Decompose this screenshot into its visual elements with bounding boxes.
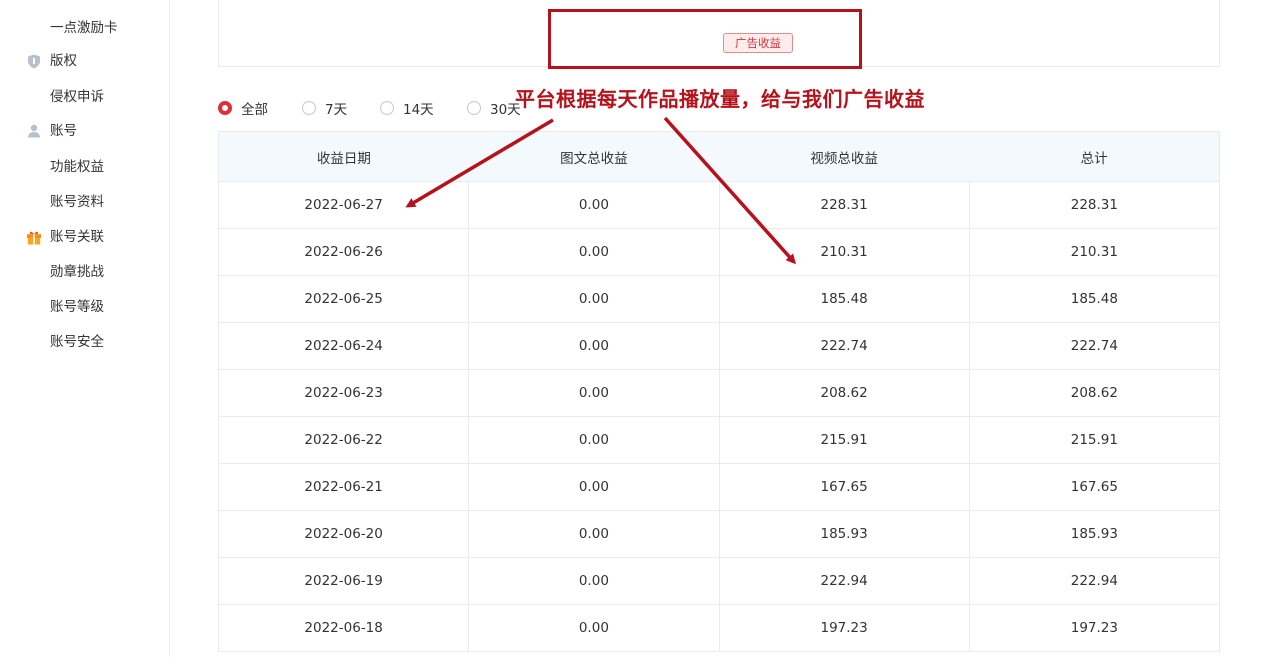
cell-article-revenue: 0.00: [468, 228, 720, 276]
cell-video-revenue: 215.91: [718, 416, 970, 464]
cell-total: 185.48: [968, 275, 1221, 323]
radio-label: 7天: [325, 102, 348, 118]
radio-dot: [380, 101, 394, 115]
cell-video-revenue: 228.31: [718, 181, 970, 229]
cell-video-revenue: 208.62: [718, 369, 970, 417]
sidebar-item-label: 一点激励卡: [50, 20, 118, 36]
radio-label: 14天: [403, 102, 434, 118]
radio-all[interactable]: 全部: [218, 96, 268, 120]
sidebar-item-label: 账号安全: [50, 334, 104, 350]
cell-article-revenue: 0.00: [468, 416, 720, 464]
cell-date: 2022-06-22: [217, 416, 470, 464]
cell-article-revenue: 0.00: [468, 181, 720, 229]
cell-total: 167.65: [968, 463, 1221, 511]
cell-video-revenue: 222.74: [718, 322, 970, 370]
cell-date: 2022-06-18: [217, 604, 470, 652]
cell-video-revenue: 185.93: [718, 510, 970, 558]
sidebar-group-account[interactable]: 账号: [26, 116, 77, 146]
table-row: 2022-06-20 0.00 185.93 185.93: [217, 510, 1221, 558]
main-content: 广告收益 全部 7天 14天 30天 收益日期 图文总收益 视频总收益 总计 2…: [170, 0, 1270, 657]
table-row: 2022-06-21 0.00 167.65 167.65: [217, 463, 1221, 511]
cell-total: 222.94: [968, 557, 1221, 605]
cell-video-revenue: 167.65: [718, 463, 970, 511]
cell-article-revenue: 0.00: [468, 463, 720, 511]
header-total: 总计: [969, 131, 1221, 182]
cell-video-revenue: 210.31: [718, 228, 970, 276]
sidebar-item-account-level[interactable]: 账号等级: [50, 292, 104, 322]
sidebar-item-label: 版权: [50, 53, 77, 69]
header-article-revenue: 图文总收益: [468, 131, 719, 182]
header-date: 收益日期: [217, 131, 469, 182]
gift-icon: [26, 229, 42, 245]
radio-30-days[interactable]: 30天: [467, 96, 521, 120]
sidebar-item-label: 勋章挑战: [50, 264, 104, 280]
table-row: 2022-06-23 0.00 208.62 208.62: [217, 369, 1221, 417]
sidebar-item-label: 账号关联: [50, 229, 104, 245]
cell-date: 2022-06-23: [217, 369, 470, 417]
cell-total: 185.93: [968, 510, 1221, 558]
sidebar-item-feature-rights[interactable]: 功能权益: [50, 152, 104, 182]
radio-dot: [467, 101, 481, 115]
table-row: 2022-06-19 0.00 222.94 222.94: [217, 557, 1221, 605]
cell-date: 2022-06-26: [217, 228, 470, 276]
cell-article-revenue: 0.00: [468, 275, 720, 323]
cell-total: 215.91: [968, 416, 1221, 464]
sidebar-item-account-security[interactable]: 账号安全: [50, 327, 104, 357]
cell-date: 2022-06-21: [217, 463, 470, 511]
revenue-table: 收益日期 图文总收益 视频总收益 总计 2022-06-27 0.00 228.31…: [217, 131, 1221, 652]
radio-dot: [302, 101, 316, 115]
cell-video-revenue: 222.94: [718, 557, 970, 605]
radio-dot: [218, 101, 232, 115]
table-row: 2022-06-27 0.00 228.31 228.31: [217, 181, 1221, 229]
cell-total: 228.31: [968, 181, 1221, 229]
cell-article-revenue: 0.00: [468, 322, 720, 370]
table-row: 2022-06-22 0.00 215.91 215.91: [217, 416, 1221, 464]
cell-video-revenue: 197.23: [718, 604, 970, 652]
sidebar: 一点激励卡 版权 侵权申诉 账号 功能权益 账号资料 账号关联 勋章挑战 账号等…: [0, 0, 170, 657]
cell-article-revenue: 0.00: [468, 369, 720, 417]
table-row: 2022-06-25 0.00 185.48 185.48: [217, 275, 1221, 323]
cell-date: 2022-06-24: [217, 322, 470, 370]
table-row: 2022-06-18 0.00 197.23 197.23: [217, 604, 1221, 652]
cell-total: 208.62: [968, 369, 1221, 417]
sidebar-item-medal-challenge[interactable]: 勋章挑战: [50, 257, 104, 287]
sidebar-item-label: 账号: [50, 123, 77, 139]
cell-total: 197.23: [968, 604, 1221, 652]
table-header-row: 收益日期 图文总收益 视频总收益 总计: [217, 131, 1221, 182]
cell-date: 2022-06-20: [217, 510, 470, 558]
sidebar-item-infringement-appeal[interactable]: 侵权申诉: [50, 82, 104, 112]
table-row: 2022-06-24 0.00 222.74 222.74: [217, 322, 1221, 370]
cell-article-revenue: 0.00: [468, 510, 720, 558]
user-icon: [26, 123, 42, 139]
cell-total: 210.31: [968, 228, 1221, 276]
cell-date: 2022-06-27: [217, 181, 470, 229]
cell-date: 2022-06-19: [217, 557, 470, 605]
annotation-text: 平台根据每天作品播放量，给与我们广告收益: [515, 87, 925, 111]
radio-7-days[interactable]: 7天: [302, 96, 347, 120]
cell-total: 222.74: [968, 322, 1221, 370]
sidebar-item-label: 功能权益: [50, 159, 104, 175]
sidebar-item-label: 账号资料: [50, 194, 104, 210]
radio-label: 全部: [241, 102, 268, 118]
sidebar-item-label: 账号等级: [50, 299, 104, 315]
sidebar-group-copyright[interactable]: 版权: [26, 46, 77, 76]
sidebar-item-incentive-card[interactable]: 一点激励卡: [50, 13, 118, 43]
annotation-highlight-box: [548, 9, 862, 69]
sidebar-group-account-link[interactable]: 账号关联: [26, 222, 104, 252]
cell-video-revenue: 185.48: [718, 275, 970, 323]
cell-article-revenue: 0.00: [468, 557, 720, 605]
sidebar-item-account-profile[interactable]: 账号资料: [50, 187, 104, 217]
shield-icon: [26, 53, 42, 69]
sidebar-item-label: 侵权申诉: [50, 89, 104, 105]
cell-date: 2022-06-25: [217, 275, 470, 323]
table-row: 2022-06-26 0.00 210.31 210.31: [217, 228, 1221, 276]
cell-article-revenue: 0.00: [468, 604, 720, 652]
header-video-revenue: 视频总收益: [719, 131, 970, 182]
radio-14-days[interactable]: 14天: [380, 96, 434, 120]
table-body: 2022-06-27 0.00 228.31 228.31 2022-06-26 0.00…: [217, 181, 1221, 652]
